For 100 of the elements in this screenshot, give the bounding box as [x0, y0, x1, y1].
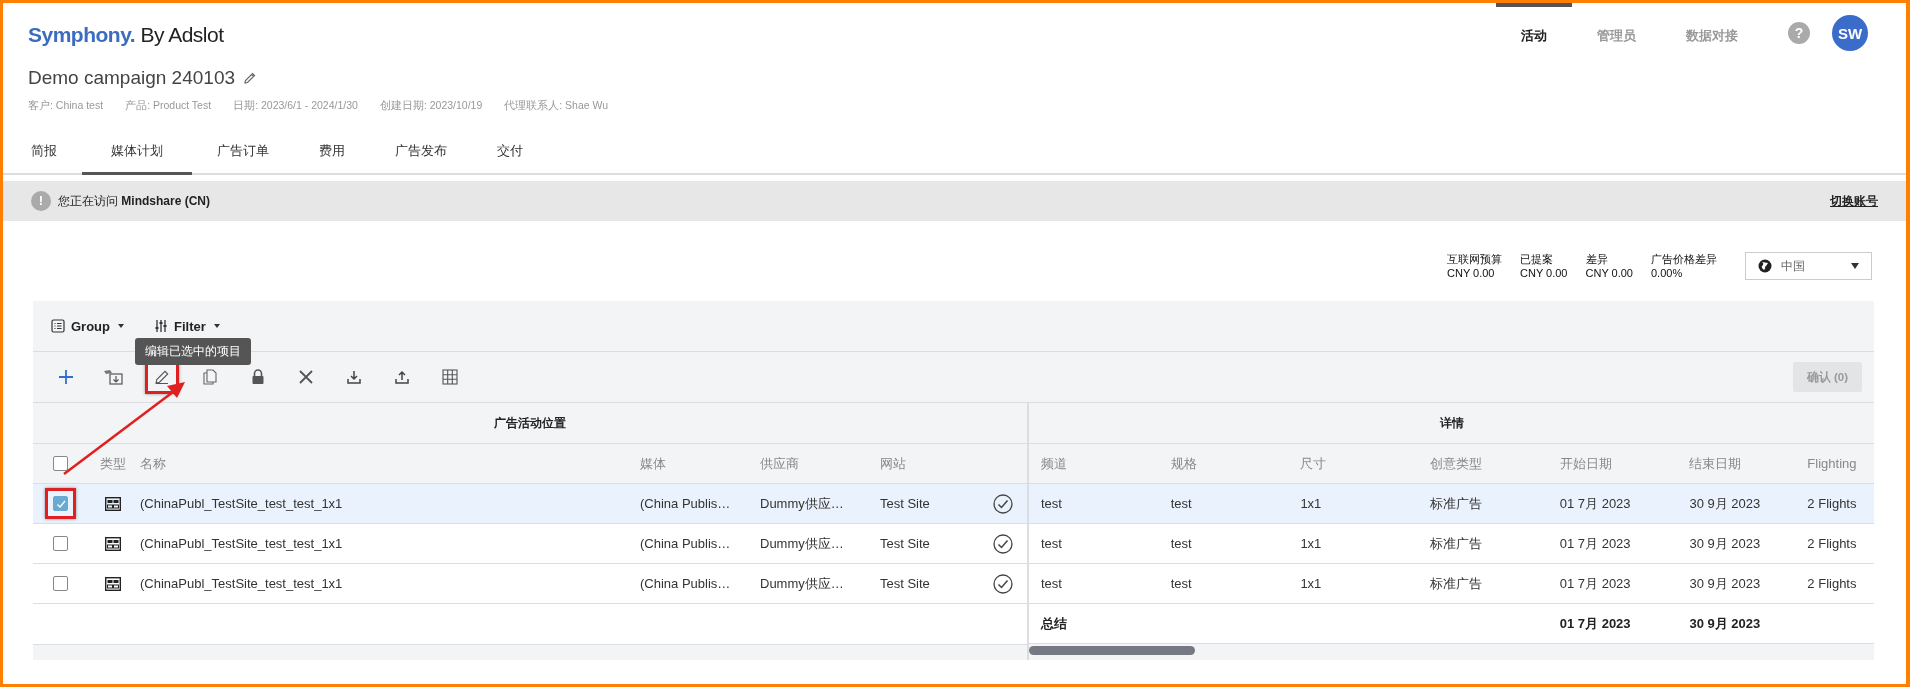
column-header[interactable]: 类型: [88, 454, 138, 473]
plus-icon: [58, 369, 74, 385]
logo: Symphony. By Adslot: [28, 23, 224, 47]
upload-icon: [395, 370, 409, 384]
meta-text: 代理联系人: Shae Wu: [504, 99, 609, 113]
table-cell-text: 01 7月 2023: [1558, 534, 1632, 553]
globe-icon: [1758, 259, 1772, 273]
table-cell-text: 30 9月 2023: [1688, 494, 1762, 513]
meta-text: 创建日期: 2023/10/19: [379, 99, 483, 113]
table-cell-text: Test Site: [880, 536, 931, 551]
tab[interactable]: 简报: [6, 129, 82, 175]
sliders-icon: [154, 319, 168, 333]
table-cell-text: test: [1040, 496, 1063, 511]
table-cell-text: 30 9月 2023: [1688, 614, 1762, 633]
table-cell-text: 2 Flights: [1806, 496, 1858, 511]
checkbox[interactable]: [53, 456, 68, 471]
table-cell-text: Dummy供应…: [760, 534, 845, 553]
group-button[interactable]: Group: [51, 318, 124, 334]
table-cell-text: 2 Flights: [1806, 576, 1858, 591]
table-cell-text: 1x1: [1299, 496, 1323, 511]
table-cell-text: test: [1169, 576, 1193, 591]
total-label: 总结: [1039, 614, 1068, 633]
layout-icon: [105, 576, 121, 591]
table-cell-text: 1x1: [1299, 576, 1323, 591]
column-header[interactable]: 规格: [1158, 454, 1289, 473]
column-header[interactable]: 结束日期: [1677, 454, 1796, 473]
column-header[interactable]: 开始日期: [1547, 454, 1678, 473]
table-cell-text: (China Publis…: [640, 496, 732, 511]
tab[interactable]: 费用: [294, 129, 370, 175]
campaign-title: Demo campaign 240103: [28, 67, 236, 89]
table-cell-text: (ChinaPubl_TestSite_test_test_1x1: [139, 536, 344, 551]
table-cell-text: 1x1: [1299, 536, 1323, 551]
tab[interactable]: 广告发布: [370, 129, 472, 175]
checkbox[interactable]: [53, 496, 68, 511]
summary-value: CNY 0.00: [1520, 266, 1568, 280]
close-icon: [299, 370, 313, 384]
column-header[interactable]: 供应商: [760, 454, 880, 473]
copy-icon: [203, 369, 217, 385]
scrollbar-thumb[interactable]: [1029, 646, 1195, 655]
help-button[interactable]: ?: [1788, 22, 1810, 44]
column-header[interactable]: 网站: [880, 454, 978, 473]
nav-item[interactable]: 活动: [1496, 3, 1572, 63]
download-icon: [347, 370, 361, 384]
switch-account-link[interactable]: 切换账号: [1830, 192, 1878, 210]
nav-item[interactable]: 管理员: [1572, 3, 1661, 63]
column-header[interactable]: 频道: [1029, 454, 1159, 473]
tab[interactable]: 交付: [472, 129, 548, 175]
tray-arrow-icon: [103, 369, 125, 385]
checkbox[interactable]: [53, 576, 68, 591]
column-header[interactable]: Flighting: [1795, 456, 1874, 471]
nav-item[interactable]: 数据对接: [1661, 3, 1763, 63]
grid-icon: [442, 369, 458, 385]
meta-text: 产品: Product Test: [125, 99, 212, 113]
table-cell-text: test: [1040, 536, 1063, 551]
checkbox[interactable]: [53, 536, 68, 551]
table-cell-text: 01 7月 2023: [1558, 614, 1632, 633]
layout-icon: [105, 536, 121, 551]
layout-icon: [105, 496, 121, 511]
column-header[interactable]: 名称: [138, 454, 640, 473]
pencil-icon[interactable]: [243, 71, 258, 85]
filter-button[interactable]: Filter: [154, 318, 220, 334]
table-cell-text: 01 7月 2023: [1558, 574, 1632, 593]
column-header[interactable]: 创意类型: [1418, 454, 1548, 473]
table-cell-text: Test Site: [880, 496, 931, 511]
column-header[interactable]: 媒体: [640, 454, 760, 473]
summary-label: 互联网预算: [1447, 252, 1502, 266]
table-cell-text: (China Publis…: [640, 536, 732, 551]
table-cell-text: Test Site: [880, 576, 931, 591]
tab[interactable]: 广告订单: [192, 129, 294, 175]
table-cell-text: (ChinaPubl_TestSite_test_test_1x1: [139, 576, 344, 591]
table-cell-text: 标准广告: [1429, 574, 1484, 593]
meta-text: 日期: 2023/6/1 - 2024/1/30: [233, 99, 358, 113]
summary-value: 0.00%: [1651, 266, 1684, 280]
table-cell-text: 标准广告: [1429, 534, 1484, 553]
table-cell-text: 2 Flights: [1806, 536, 1858, 551]
column-header[interactable]: 尺寸: [1288, 454, 1419, 473]
tab[interactable]: 媒体计划: [82, 129, 192, 175]
summary-value: CNY 0.00: [1585, 266, 1633, 280]
tooltip: 编辑已选中的项目: [135, 338, 251, 365]
table-cell-text: test: [1169, 536, 1193, 551]
table-cell-text: 30 9月 2023: [1688, 574, 1762, 593]
summary-label: 差异: [1585, 252, 1609, 266]
meta-text: 客户: China test: [28, 99, 104, 113]
table-cell-text: Dummy供应…: [760, 494, 845, 513]
summary-label: 广告价格差异: [1651, 252, 1717, 266]
list-icon: [51, 319, 65, 333]
summary-label: 已提案: [1520, 252, 1554, 266]
checkmark-icon: [55, 498, 66, 509]
table-cell-text: 标准广告: [1429, 494, 1484, 513]
table-cell-text: (ChinaPubl_TestSite_test_test_1x1: [139, 496, 344, 511]
table-cell-text: test: [1040, 576, 1063, 591]
user-avatar[interactable]: SW: [1832, 15, 1868, 51]
notice-text: 您正在访问 Mindshare (CN): [58, 192, 211, 210]
table-cell-text: 30 9月 2023: [1688, 534, 1762, 553]
table-cell-text: Dummy供应…: [760, 574, 845, 593]
pencil-icon: [154, 369, 170, 385]
region-select[interactable]: 中国: [1745, 252, 1872, 280]
alert-icon: !: [31, 191, 51, 211]
table-cell-text: test: [1169, 496, 1193, 511]
table-cell-text: (China Publis…: [640, 576, 732, 591]
